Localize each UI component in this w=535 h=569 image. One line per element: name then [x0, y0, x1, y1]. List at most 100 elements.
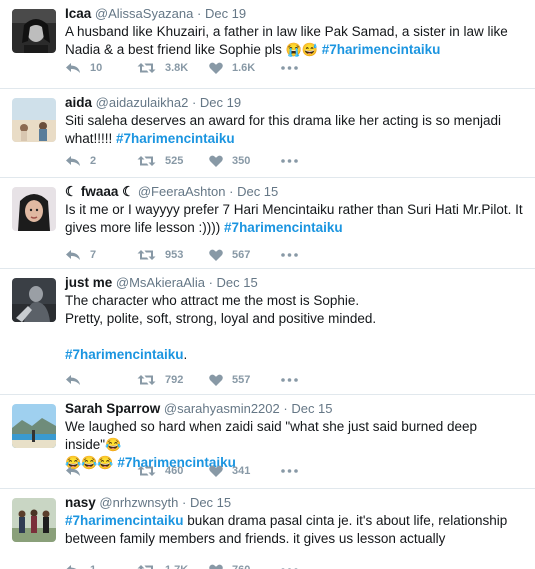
avatar[interactable]	[12, 9, 56, 53]
emoji: 😭😅	[285, 42, 319, 57]
display-name[interactable]: Sarah Sparrow	[65, 401, 160, 416]
avatar[interactable]	[12, 187, 56, 231]
retweet-button[interactable]: 525	[137, 155, 209, 167]
tweet-text-line: Nadia & a best friend like Sophie pls 😭😅…	[65, 41, 527, 59]
tweet-timestamp[interactable]: Dec 19	[200, 95, 241, 110]
retweet-icon	[137, 155, 156, 167]
tweet-timestamp[interactable]: Dec 15	[190, 495, 231, 510]
text-segment: what!!!!!	[65, 131, 117, 146]
retweet-button[interactable]: 953	[137, 249, 209, 261]
reply-count: 7	[90, 249, 97, 261]
reply-button[interactable]	[65, 374, 137, 386]
tweet-item[interactable]: Icaa @AlissaSyazana · Dec 19 A husband l…	[0, 0, 535, 89]
more-button[interactable]	[281, 378, 321, 382]
retweet-count: 525	[165, 155, 184, 167]
user-handle[interactable]: @aidazulaikha2	[96, 95, 189, 110]
retweet-icon	[137, 564, 156, 569]
tweet-text-line: Siti saleha deserves an award for this d…	[65, 112, 527, 130]
display-name[interactable]: Icaa	[65, 6, 91, 21]
reply-button[interactable]	[65, 465, 137, 477]
more-icon	[281, 253, 298, 257]
hashtag-link[interactable]: #7harimencintaiku	[116, 131, 235, 146]
user-handle[interactable]: @sarahyasmin2202	[164, 401, 280, 416]
reply-button[interactable]: 7	[65, 249, 137, 261]
heart-icon	[209, 374, 223, 386]
like-button[interactable]: 350	[209, 155, 281, 167]
reply-button[interactable]: 10	[65, 62, 137, 74]
tweet-actions: 792 557	[65, 371, 321, 389]
user-handle[interactable]: @FeeraAshton	[138, 184, 226, 199]
tweet-timestamp[interactable]: Dec 15	[237, 184, 278, 199]
reply-count: 10	[90, 62, 103, 74]
text-segment: gives more life lesson :))))	[65, 220, 225, 235]
tweet-text: Is it me or I wayyyy prefer 7 Hari Menci…	[65, 201, 527, 237]
tweet-timestamp[interactable]: Dec 15	[217, 275, 258, 290]
tweet-actions: 10 3.8K 1.6K	[65, 59, 321, 77]
hashtag-link[interactable]: #7harimencintaiku	[224, 220, 343, 235]
display-name[interactable]: aida	[65, 95, 92, 110]
display-name[interactable]: just me	[65, 275, 112, 290]
tweet-timestamp[interactable]: Dec 19	[205, 6, 246, 21]
tweet-item[interactable]: Sarah Sparrow @sarahyasmin2202 · Dec 15 …	[0, 395, 535, 489]
reply-icon	[65, 155, 81, 167]
tweet-item[interactable]: nasy @nrhzwnsyth · Dec 15 #7harimencinta…	[0, 489, 535, 569]
heart-icon	[209, 465, 223, 477]
text-segment: The character who attract me the most is…	[65, 293, 360, 308]
like-button[interactable]: 760	[209, 564, 281, 569]
more-button[interactable]	[281, 159, 321, 163]
like-button[interactable]: 557	[209, 374, 281, 386]
like-count: 1.6K	[232, 62, 256, 74]
tweet-timestamp[interactable]: Dec 15	[291, 401, 332, 416]
retweet-button[interactable]: 460	[137, 465, 209, 477]
retweet-count: 792	[165, 374, 184, 386]
hashtag-link[interactable]: #7harimencintaiku	[65, 347, 184, 362]
display-name[interactable]: ☾ fwaaa ☾	[65, 184, 134, 199]
text-segment: bukan drama pasal cinta je. it's about l…	[183, 513, 508, 528]
avatar[interactable]	[12, 404, 56, 448]
tweet-item[interactable]: aida @aidazulaikha2 · Dec 19 Siti saleha…	[0, 89, 535, 178]
more-icon	[281, 159, 298, 163]
hashtag-link[interactable]: #7harimencintaiku	[322, 42, 441, 57]
tweet-actions: 460 341	[65, 462, 321, 480]
text-segment: We laughed so hard when zaidi said "what…	[65, 419, 478, 452]
tweet-actions: 1 1.7K 760	[65, 561, 321, 569]
tweet-item[interactable]: ☾ fwaaa ☾ @FeeraAshton · Dec 15 Is it me…	[0, 178, 535, 269]
like-count: 567	[232, 249, 251, 261]
tweet-actions: 7 953 567	[65, 246, 321, 264]
user-handle[interactable]: @nrhzwnsyth	[99, 495, 178, 510]
reply-count: 2	[90, 155, 97, 167]
reply-button[interactable]: 1	[65, 564, 137, 569]
more-button[interactable]	[281, 66, 321, 70]
emoji: 😂	[105, 437, 122, 452]
like-button[interactable]: 567	[209, 249, 281, 261]
retweet-button[interactable]: 1.7K	[137, 564, 209, 569]
hashtag-link[interactable]: #7harimencintaiku	[65, 513, 184, 528]
retweet-count: 460	[165, 465, 184, 477]
avatar[interactable]	[12, 498, 56, 542]
retweet-button[interactable]: 3.8K	[137, 62, 209, 74]
reply-button[interactable]: 2	[65, 155, 137, 167]
like-count: 760	[232, 564, 250, 569]
heart-icon	[209, 62, 223, 74]
tweet-text: Siti saleha deserves an award for this d…	[65, 112, 527, 148]
like-count: 350	[232, 155, 251, 167]
text-segment: .	[183, 347, 188, 362]
like-button[interactable]: 341	[209, 465, 281, 477]
retweet-count: 3.8K	[165, 62, 189, 74]
retweet-button[interactable]: 792	[137, 374, 209, 386]
text-segment: A husband like Khuzairi, a father in law…	[65, 24, 508, 39]
avatar[interactable]	[12, 278, 56, 322]
user-handle[interactable]: @AlissaSyazana	[95, 6, 193, 21]
tweet-item[interactable]: just me @MsAkieraAlia · Dec 15 The chara…	[0, 269, 535, 395]
avatar[interactable]	[12, 98, 56, 142]
text-segment: Siti saleha deserves an award for this d…	[65, 113, 501, 128]
user-handle[interactable]: @MsAkieraAlia	[116, 275, 205, 290]
heart-icon	[209, 249, 223, 261]
reply-icon	[65, 62, 81, 74]
display-name[interactable]: nasy	[65, 495, 96, 510]
like-button[interactable]: 1.6K	[209, 62, 281, 74]
text-segment: Is it me or I wayyyy prefer 7 Hari Menci…	[65, 202, 523, 217]
more-button[interactable]	[281, 469, 321, 473]
more-button[interactable]	[281, 253, 321, 257]
reply-count: 1	[90, 564, 96, 569]
